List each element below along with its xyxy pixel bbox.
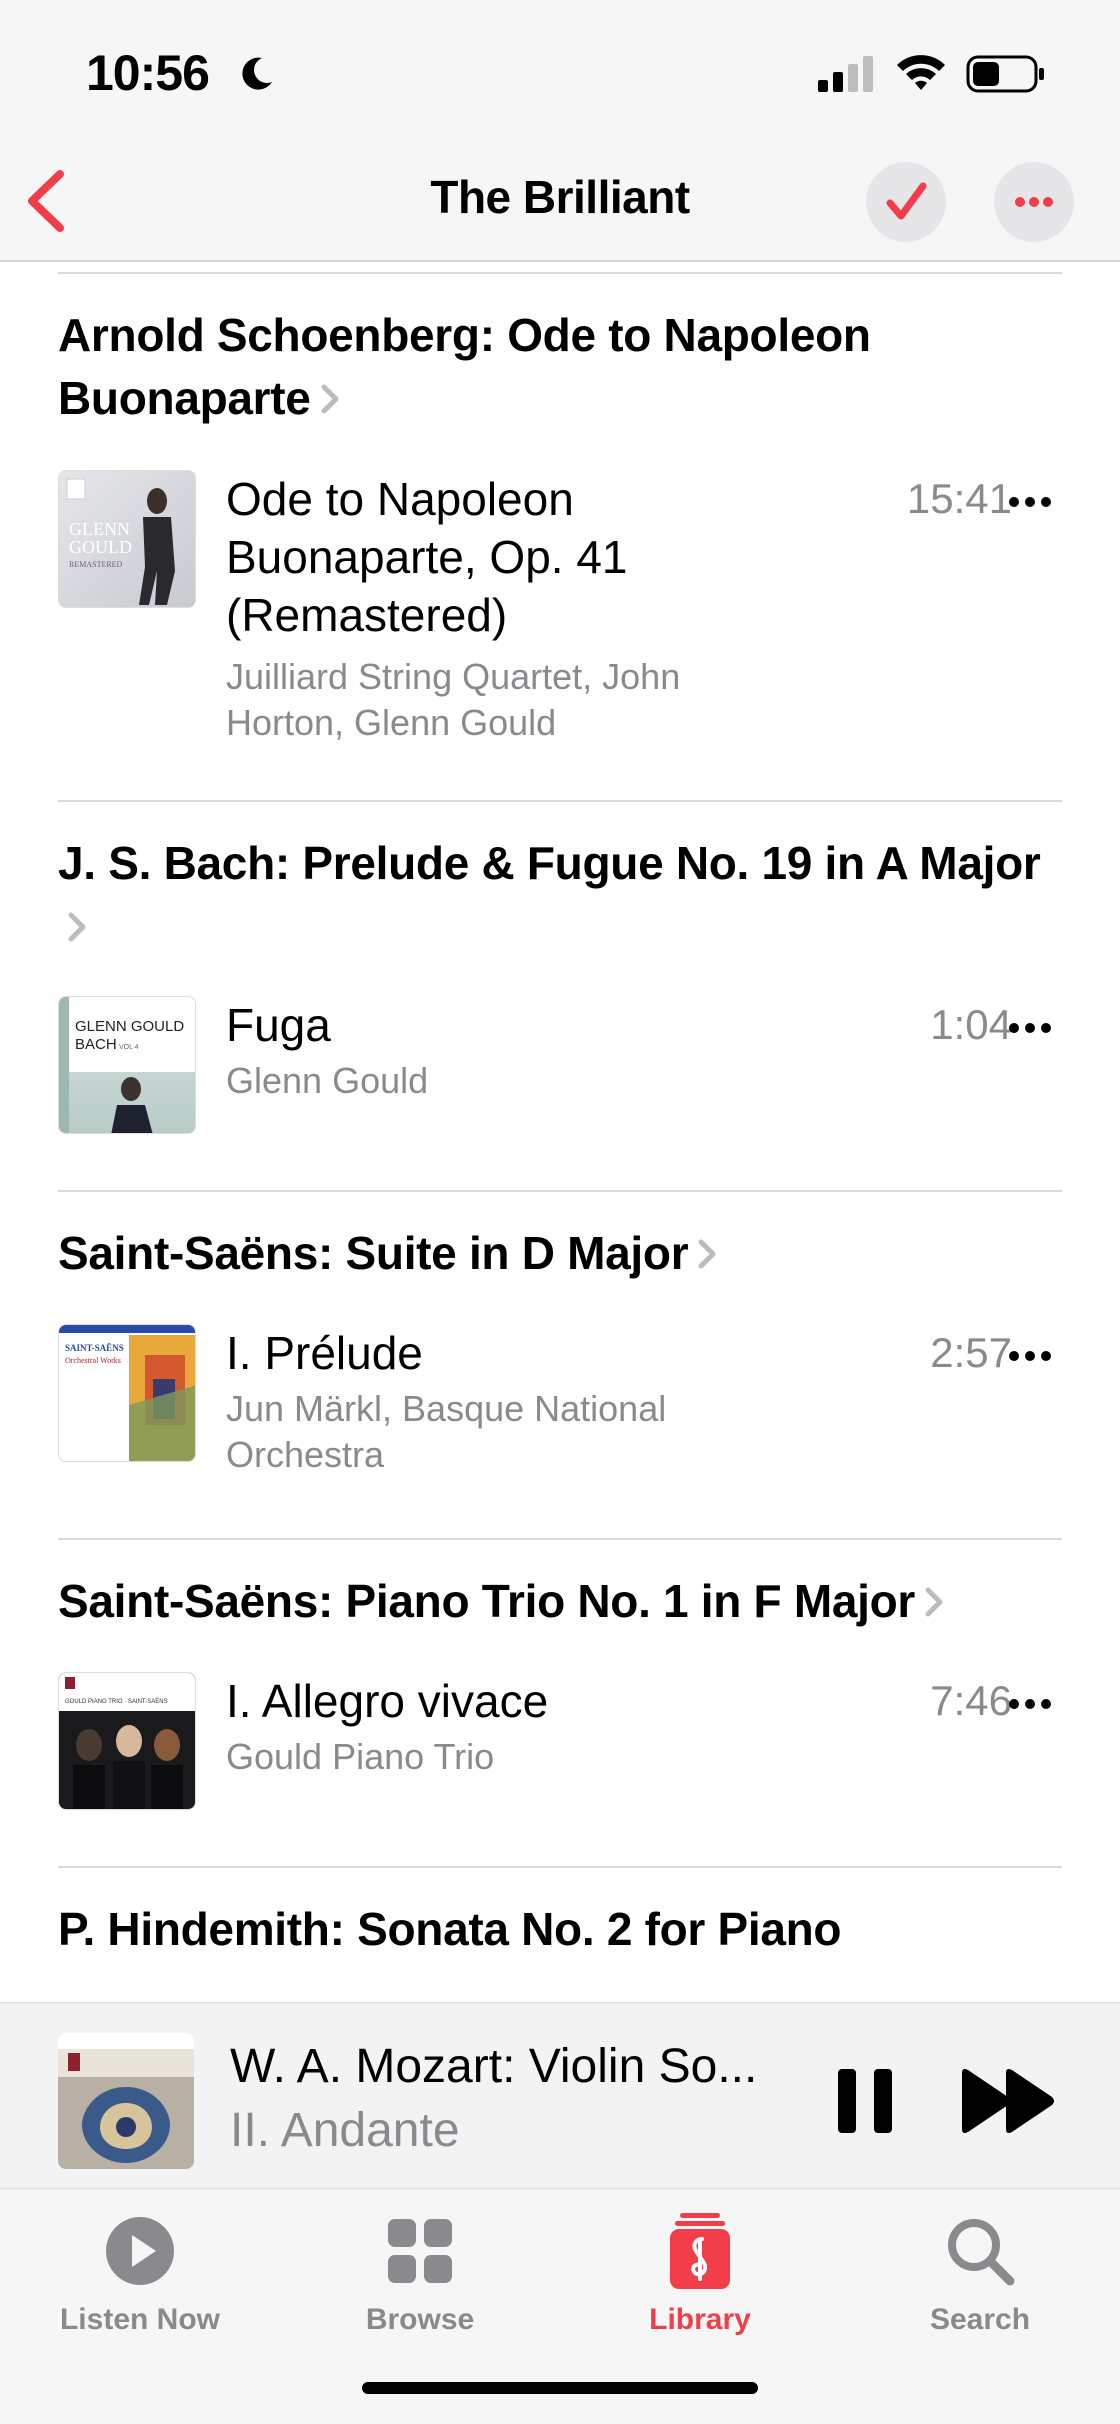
track-row[interactable]: GLENN GOULD BACH VOL 4 Fuga Glenn Gould … [58, 996, 1062, 1134]
tab-label: Library [649, 2303, 751, 2336]
play-circle-icon [106, 2217, 174, 2285]
tab-library[interactable]: Library [560, 2203, 840, 2363]
track-title: I. Allegro vivace [226, 1675, 549, 1727]
album-header[interactable]: Saint-Saëns: Suite in D Major [58, 1222, 1062, 1285]
track-artist: Jun Märkl, Basque National Orchestra [226, 1388, 667, 1475]
album-title: Arnold Schoenberg: Ode to Napoleon Buona… [58, 309, 871, 424]
ellipsis-icon [1015, 197, 1053, 207]
chevron-right-icon [925, 1587, 943, 1617]
svg-text:GOULD: GOULD [69, 537, 132, 557]
divider [58, 1538, 1062, 1540]
ellipsis-icon[interactable] [998, 1336, 1062, 1376]
svg-text:REMASTERED: REMASTERED [69, 560, 123, 569]
fast-forward-icon[interactable] [958, 2065, 1058, 2137]
chevron-right-icon [321, 384, 339, 414]
wifi-icon [897, 55, 945, 90]
album-artwork: GLENN GOULD REMASTERED [58, 470, 196, 608]
tab-search[interactable]: Search [840, 2203, 1120, 2363]
track-duration: 1:04 [930, 1001, 1012, 1048]
divider [58, 1190, 1062, 1192]
done-button[interactable] [866, 162, 946, 242]
album-section: Saint-Saëns: Suite in D Major SAINT-SAËN… [58, 1222, 1062, 1475]
album-artwork: GLENN GOULD BACH VOL 4 [58, 996, 196, 1134]
svg-text:VOL 4: VOL 4 [119, 1044, 139, 1051]
now-playing-title: W. A. Mozart: Violin So... [230, 2040, 758, 2093]
tab-label: Listen Now [59, 2303, 220, 2336]
divider [58, 272, 1062, 274]
track-title: I. Prélude [226, 1327, 423, 1379]
album-header[interactable]: Arnold Schoenberg: Ode to Napoleon Buona… [58, 304, 1062, 430]
mini-player[interactable]: W. A. Mozart: Violin So... II. Andante [0, 2002, 1120, 2188]
nav-bar: The Brilliant [0, 140, 1120, 262]
ellipsis-icon[interactable] [998, 1684, 1062, 1724]
status-time: 10:56 [86, 45, 210, 101]
track-row[interactable]: GLENN GOULD REMASTERED Ode to Napoleon B… [58, 470, 1062, 750]
library-icon [670, 2213, 730, 2289]
track-row[interactable]: SAINT-SAËNS Orchestral Works I. Prélude … [58, 1324, 1062, 1484]
home-indicator [362, 2382, 758, 2394]
status-bar: 10:56 [0, 0, 1120, 140]
track-duration: 2:57 [930, 1329, 1012, 1376]
divider [58, 1866, 1062, 1868]
svg-text:Orchestral Works: Orchestral Works [65, 1356, 121, 1365]
tab-label: Browse [365, 2303, 475, 2336]
track-title: Ode to Napoleon Buonaparte, Op. 41 (Rema… [226, 473, 628, 641]
more-options-button[interactable] [994, 162, 1074, 242]
ellipsis-icon[interactable] [998, 482, 1062, 522]
track-artist: Gould Piano Trio [226, 1736, 495, 1777]
track-title: Fuga [226, 999, 331, 1051]
album-title: Saint-Saëns: Suite in D Major [58, 1227, 689, 1279]
tab-label: Search [929, 2303, 1031, 2336]
svg-text:GOULD PIANO TRIO · SAINT-SAËNS: GOULD PIANO TRIO · SAINT-SAËNS [65, 1698, 168, 1705]
album-section: J. S. Bach: Prelude & Fugue No. 19 in A … [58, 832, 1062, 1134]
battery-icon [966, 55, 1044, 93]
album-section: P. Hindemith: Sonata No. 2 for Piano [58, 1898, 1062, 1961]
ellipsis-icon[interactable] [998, 1008, 1062, 1048]
album-section: Arnold Schoenberg: Ode to Napoleon Buona… [58, 304, 1062, 743]
track-duration: 15:41 [906, 475, 1012, 522]
divider [58, 800, 1062, 802]
tab-browse[interactable]: Browse [280, 2203, 560, 2363]
album-title: P. Hindemith: Sonata No. 2 for Piano [58, 1903, 842, 1955]
tab-listen-now[interactable]: Listen Now [0, 2203, 280, 2363]
chevron-right-icon [68, 912, 86, 942]
checkmark-icon [886, 182, 927, 220]
grid-icon [388, 2219, 452, 2283]
album-title: J. S. Bach: Prelude & Fugue No. 19 in A … [58, 837, 1041, 889]
album-section: Saint-Saëns: Piano Trio No. 1 in F Major… [58, 1570, 1062, 1810]
svg-text:GLENN GOULD: GLENN GOULD [75, 1018, 184, 1035]
album-header[interactable]: Saint-Saëns: Piano Trio No. 1 in F Major [58, 1570, 1062, 1633]
album-header[interactable]: J. S. Bach: Prelude & Fugue No. 19 in A … [58, 832, 1062, 958]
art-text: GLENN [69, 519, 130, 539]
svg-text:SAINT-SAËNS: SAINT-SAËNS [65, 1343, 124, 1353]
track-artist: Glenn Gould [226, 1060, 429, 1101]
album-artwork: SAINT-SAËNS Orchestral Works [58, 1324, 196, 1462]
moon-icon [242, 57, 272, 90]
page-title: The Brilliant [430, 171, 690, 223]
now-playing-artwork [58, 2033, 194, 2169]
svg-text:BACH: BACH [75, 1036, 117, 1053]
track-duration: 7:46 [930, 1677, 1012, 1724]
chevron-right-icon [698, 1239, 716, 1269]
search-icon [948, 2219, 1015, 2286]
album-title: Saint-Saëns: Piano Trio No. 1 in F Major [58, 1575, 916, 1627]
pause-icon[interactable] [830, 2063, 902, 2139]
track-row[interactable]: GOULD PIANO TRIO · SAINT-SAËNS I. Allegr… [58, 1672, 1062, 1810]
cellular-signal-icon [818, 56, 873, 92]
track-artist: Juilliard String Quartet, John Horton, G… [226, 656, 681, 743]
now-playing-subtitle: II. Andante [230, 2104, 460, 2157]
album-header[interactable]: P. Hindemith: Sonata No. 2 for Piano [58, 1898, 1062, 1961]
album-artwork: GOULD PIANO TRIO · SAINT-SAËNS [58, 1672, 196, 1810]
song-list: Arnold Schoenberg: Ode to Napoleon Buona… [0, 262, 1120, 2002]
